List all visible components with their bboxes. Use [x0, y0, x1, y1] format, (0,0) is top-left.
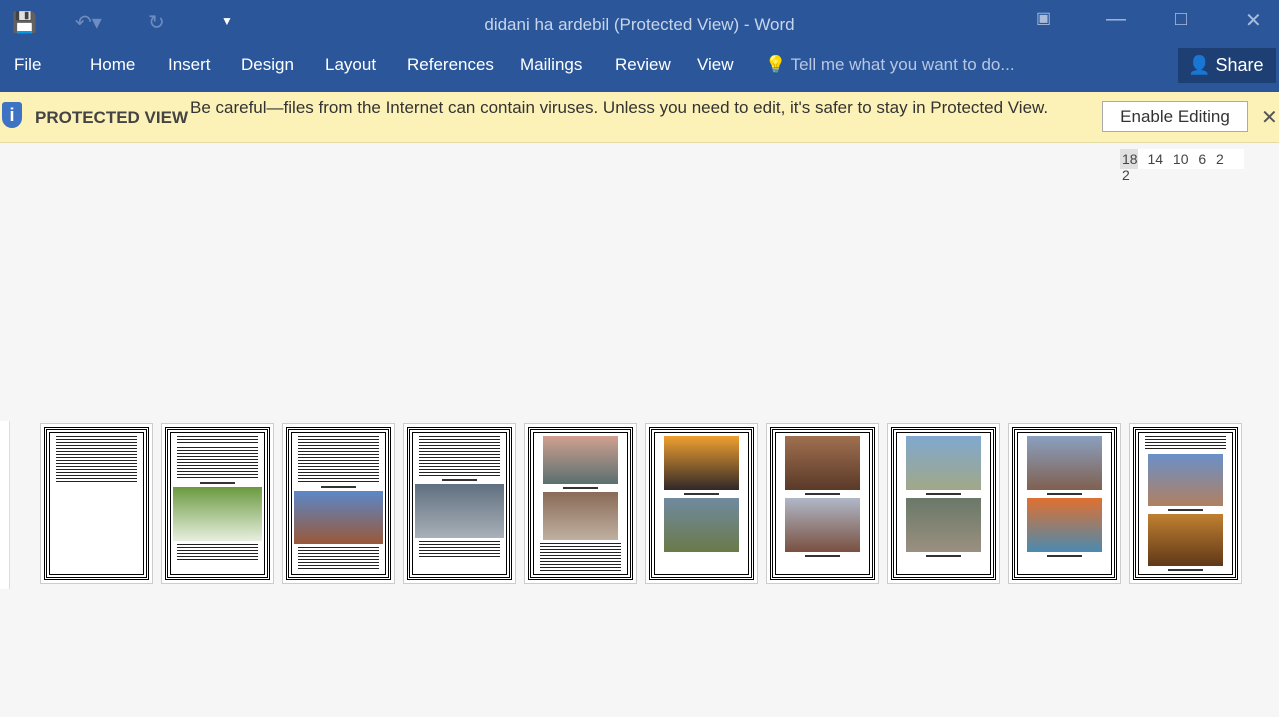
page-thumbnail[interactable] [403, 423, 516, 584]
minimize-button[interactable]: — [1106, 8, 1126, 31]
ribbon-display-icon[interactable]: ▣ [1036, 8, 1051, 28]
tab-layout[interactable]: Layout [325, 55, 376, 75]
ruler-labels: 18 14 10 6 2 2 [1122, 151, 1224, 183]
page-border [286, 427, 391, 580]
protected-view-label: PROTECTED VIEW [35, 108, 189, 127]
caption [804, 555, 841, 557]
page-border [407, 427, 512, 580]
tab-mailings[interactable]: Mailings [520, 55, 582, 75]
vertical-ruler[interactable] [0, 421, 10, 589]
tab-view[interactable]: View [697, 55, 734, 75]
close-icon[interactable]: ✕ [1261, 105, 1278, 130]
caption [1046, 493, 1083, 495]
caption [804, 493, 841, 495]
page-thumbnail[interactable] [887, 423, 1000, 584]
page-border [528, 427, 633, 580]
picture [1147, 514, 1224, 567]
caption [1167, 569, 1204, 571]
caption [199, 482, 236, 484]
tell-me-search[interactable]: 💡 Tell me what you want to do... [765, 55, 1015, 75]
picture [663, 498, 740, 552]
page-border [165, 427, 270, 580]
text-block [56, 436, 137, 484]
page-border [891, 427, 996, 580]
horizontal-ruler[interactable]: 18 14 10 6 2 2 [1120, 149, 1244, 183]
picture [905, 498, 982, 552]
tab-references[interactable]: References [407, 55, 494, 75]
picture [294, 491, 383, 545]
protected-view-bar: i PROTECTED VIEW Be careful—files from t… [0, 92, 1279, 143]
window-title: didani ha ardebil (Protected View) - Wor… [484, 15, 795, 34]
page-border [649, 427, 754, 580]
caption [683, 493, 720, 495]
maximize-button[interactable]: □ [1175, 8, 1187, 31]
document-area[interactable]: 18 14 10 6 2 2 [0, 143, 1279, 717]
page-border [1133, 427, 1238, 580]
text-block [177, 447, 258, 479]
title-bar: 💾 ↶▾ ↻ ▼ didani ha ardebil (Protected Vi… [0, 0, 1279, 92]
page-thumbnail[interactable] [40, 423, 153, 584]
page-thumbnail[interactable] [524, 423, 637, 584]
caption [441, 479, 478, 481]
page-thumbnail[interactable] [1008, 423, 1121, 584]
caption [925, 555, 962, 557]
page-border [1012, 427, 1117, 580]
picture [905, 436, 982, 490]
caption [320, 486, 357, 489]
picture [1026, 436, 1103, 490]
share-label: Share [1215, 55, 1264, 75]
tab-file[interactable]: File [14, 55, 41, 75]
shield-info-icon: i [2, 102, 22, 128]
text-block [419, 541, 500, 557]
protected-view-message: Be careful—files from the Internet can c… [190, 98, 1049, 117]
text-block [298, 436, 379, 484]
picture [784, 498, 861, 552]
caption [1046, 555, 1083, 557]
add-person-icon: 👤 [1188, 55, 1211, 75]
tab-home[interactable]: Home [90, 55, 135, 75]
picture [784, 436, 861, 490]
tell-me-text: Tell me what you want to do... [790, 55, 1015, 74]
text-block [177, 544, 258, 560]
picture [173, 487, 262, 541]
text-block [419, 436, 500, 476]
picture [663, 436, 740, 490]
text-block [298, 547, 379, 571]
text-block [177, 436, 258, 444]
page-thumbnail[interactable] [1129, 423, 1242, 584]
page-thumbnail[interactable] [161, 423, 274, 584]
share-button[interactable]: 👤 Share [1178, 48, 1276, 83]
close-button[interactable]: ✕ [1245, 8, 1262, 33]
picture [1026, 498, 1103, 552]
caption [1167, 509, 1204, 512]
page-thumbnail[interactable] [645, 423, 758, 584]
text-block [1145, 436, 1226, 452]
text-block [540, 542, 621, 572]
lightbulb-icon: 💡 [765, 55, 787, 74]
picture [1147, 454, 1224, 507]
tab-review[interactable]: Review [615, 55, 671, 75]
page-border [44, 427, 149, 580]
picture [415, 484, 504, 538]
page-thumbnail[interactable] [766, 423, 879, 584]
picture [542, 491, 619, 540]
tab-insert[interactable]: Insert [168, 55, 211, 75]
caption [562, 486, 599, 489]
caption [925, 493, 962, 495]
tab-design[interactable]: Design [241, 55, 294, 75]
enable-editing-button[interactable]: Enable Editing [1102, 101, 1248, 132]
page-border [770, 427, 875, 580]
picture [542, 436, 619, 484]
page-thumbnail[interactable] [282, 423, 395, 584]
